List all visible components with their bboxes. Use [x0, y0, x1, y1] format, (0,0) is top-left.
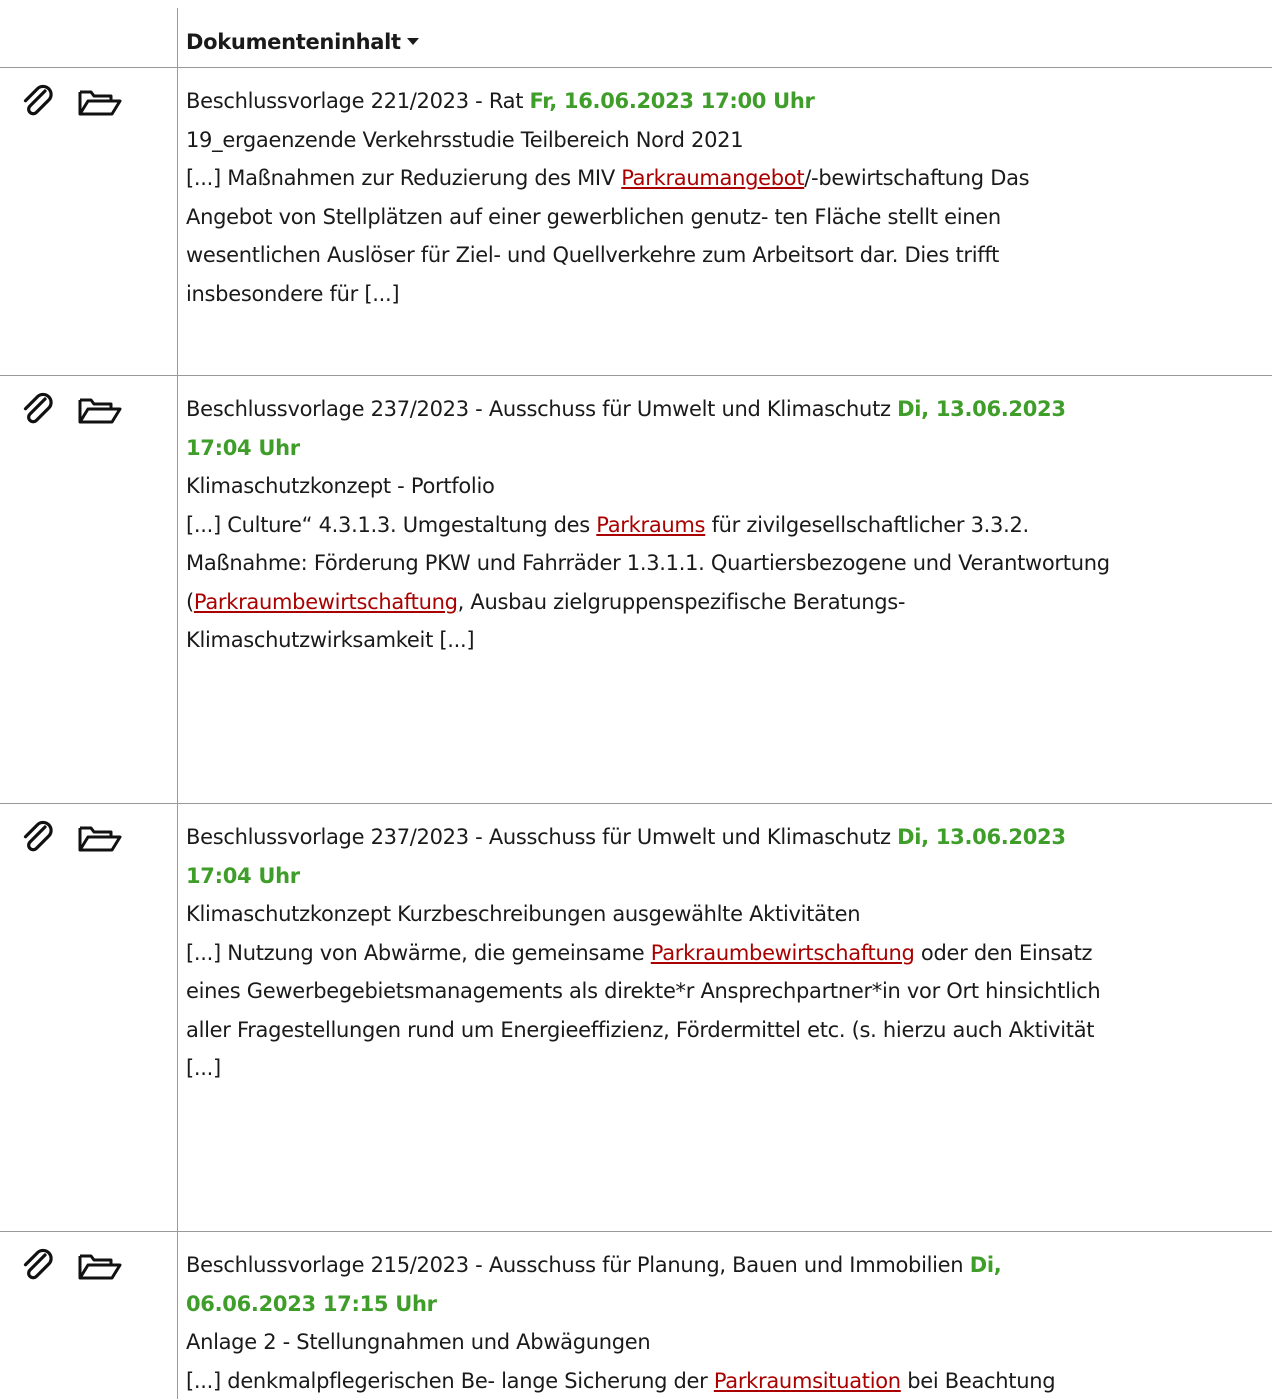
- snippet-text: für zivilgesellschaftlicher 3.3.2.: [705, 512, 1030, 537]
- keyword-link[interactable]: Parkraumangebot: [621, 166, 804, 190]
- row-actions: [18, 82, 128, 122]
- folder-open-icon[interactable]: [76, 390, 124, 434]
- snippet-text: Klimaschutzwirksamkeit [...]: [186, 628, 475, 652]
- table-row: Beschlussvorlage 215/2023 - Ausschuss fü…: [0, 1232, 1272, 1399]
- snippet-text: (: [186, 589, 194, 614]
- row-actions: [18, 818, 128, 858]
- snippet-text: [...] Culture“ 4.3.1.3. Umgestaltung des: [186, 512, 597, 537]
- snippet-text: wesentlichen Auslöser für Ziel- und Quel…: [186, 243, 1000, 267]
- result-content: Beschlussvorlage 237/2023 - Ausschuss fü…: [186, 390, 1268, 660]
- document-title[interactable]: Klimaschutzkonzept Kurzbeschreibungen au…: [186, 895, 1268, 934]
- sort-caret-icon[interactable]: [406, 37, 419, 45]
- folder-open-icon[interactable]: [76, 1246, 124, 1290]
- header-title: Dokumenteninhalt: [186, 30, 401, 54]
- snippet-text: oder den Einsatz: [914, 940, 1093, 965]
- snippet-text: [...]: [186, 1056, 221, 1080]
- session-date: Di,: [969, 1253, 1002, 1277]
- result-meta: Beschlussvorlage 237/2023 - Ausschuss fü…: [186, 397, 898, 421]
- table-header: Dokumenteninhalt: [0, 0, 1272, 68]
- snippet-text: insbesondere für [...]: [186, 281, 400, 306]
- result-content: Beschlussvorlage 237/2023 - Ausschuss fü…: [186, 818, 1268, 1088]
- paperclip-icon[interactable]: [18, 82, 58, 126]
- paperclip-icon[interactable]: [18, 1246, 58, 1290]
- snippet-text: aller Fragestellungen rund um Energieeff…: [186, 1017, 1095, 1042]
- snippet-text: bei Beachtung: [900, 1368, 1056, 1393]
- sort-column-header[interactable]: Dokumenteninhalt: [186, 30, 419, 54]
- snippet-text: [...] denkmalpflegerischen Be- lange Sic…: [186, 1368, 714, 1393]
- paperclip-icon[interactable]: [18, 390, 58, 434]
- document-title[interactable]: Anlage 2 - Stellungnahmen und Abwägungen: [186, 1323, 1268, 1362]
- snippet-text: Maßnahme: Förderung PKW und Fahrräder 1.…: [186, 551, 1110, 575]
- session-time: 17:04 Uhr: [186, 863, 300, 888]
- paperclip-icon[interactable]: [18, 818, 58, 862]
- snippet-text: /-bewirtschaftung Das: [804, 166, 1030, 190]
- snippet-text: Angebot von Stellplätzen auf einer gewer…: [186, 204, 1001, 229]
- folder-open-icon[interactable]: [76, 82, 124, 126]
- session-date: Fr, 16.06.2023 17:00 Uhr: [529, 89, 815, 113]
- keyword-link[interactable]: Parkraumbewirtschaftung: [651, 941, 915, 965]
- session-time: 06.06.2023 17:15 Uhr: [186, 1291, 437, 1316]
- document-title[interactable]: Klimaschutzkonzept - Portfolio: [186, 467, 1268, 506]
- table-row: Beschlussvorlage 221/2023 - Rat Fr, 16.0…: [0, 68, 1272, 376]
- row-actions: [18, 390, 128, 430]
- table-row: Beschlussvorlage 237/2023 - Ausschuss fü…: [0, 376, 1272, 804]
- snippet-text: [...] Nutzung von Abwärme, die gemeinsam…: [186, 940, 651, 965]
- folder-open-icon[interactable]: [76, 818, 124, 862]
- result-meta: Beschlussvorlage 221/2023 - Rat: [186, 89, 530, 113]
- snippet-text: eines Gewerbegebietsmanagements als dire…: [186, 979, 1101, 1003]
- result-meta: Beschlussvorlage 237/2023 - Ausschuss fü…: [186, 825, 898, 849]
- snippet-text: [...] Maßnahmen zur Reduzierung des MIV: [186, 166, 622, 190]
- snippet-text: , Ausbau zielgruppenspezifische Beratung…: [457, 589, 906, 614]
- document-title[interactable]: 19_ergaenzende Verkehrsstudie Teilbereic…: [186, 121, 1268, 160]
- session-time: 17:04 Uhr: [186, 435, 300, 460]
- table-row: Beschlussvorlage 237/2023 - Ausschuss fü…: [0, 804, 1272, 1232]
- session-date: Di, 13.06.2023: [897, 397, 1066, 421]
- keyword-link[interactable]: Parkraumsituation: [714, 1369, 901, 1393]
- result-content: Beschlussvorlage 215/2023 - Ausschuss fü…: [186, 1246, 1268, 1400]
- row-actions: [18, 1246, 128, 1286]
- session-date: Di, 13.06.2023: [897, 825, 1066, 849]
- result-meta: Beschlussvorlage 215/2023 - Ausschuss fü…: [186, 1253, 970, 1277]
- result-content: Beschlussvorlage 221/2023 - Rat Fr, 16.0…: [186, 82, 1268, 313]
- keyword-link[interactable]: Parkraumbewirtschaftung: [194, 590, 458, 614]
- keyword-link[interactable]: Parkraums: [596, 513, 705, 537]
